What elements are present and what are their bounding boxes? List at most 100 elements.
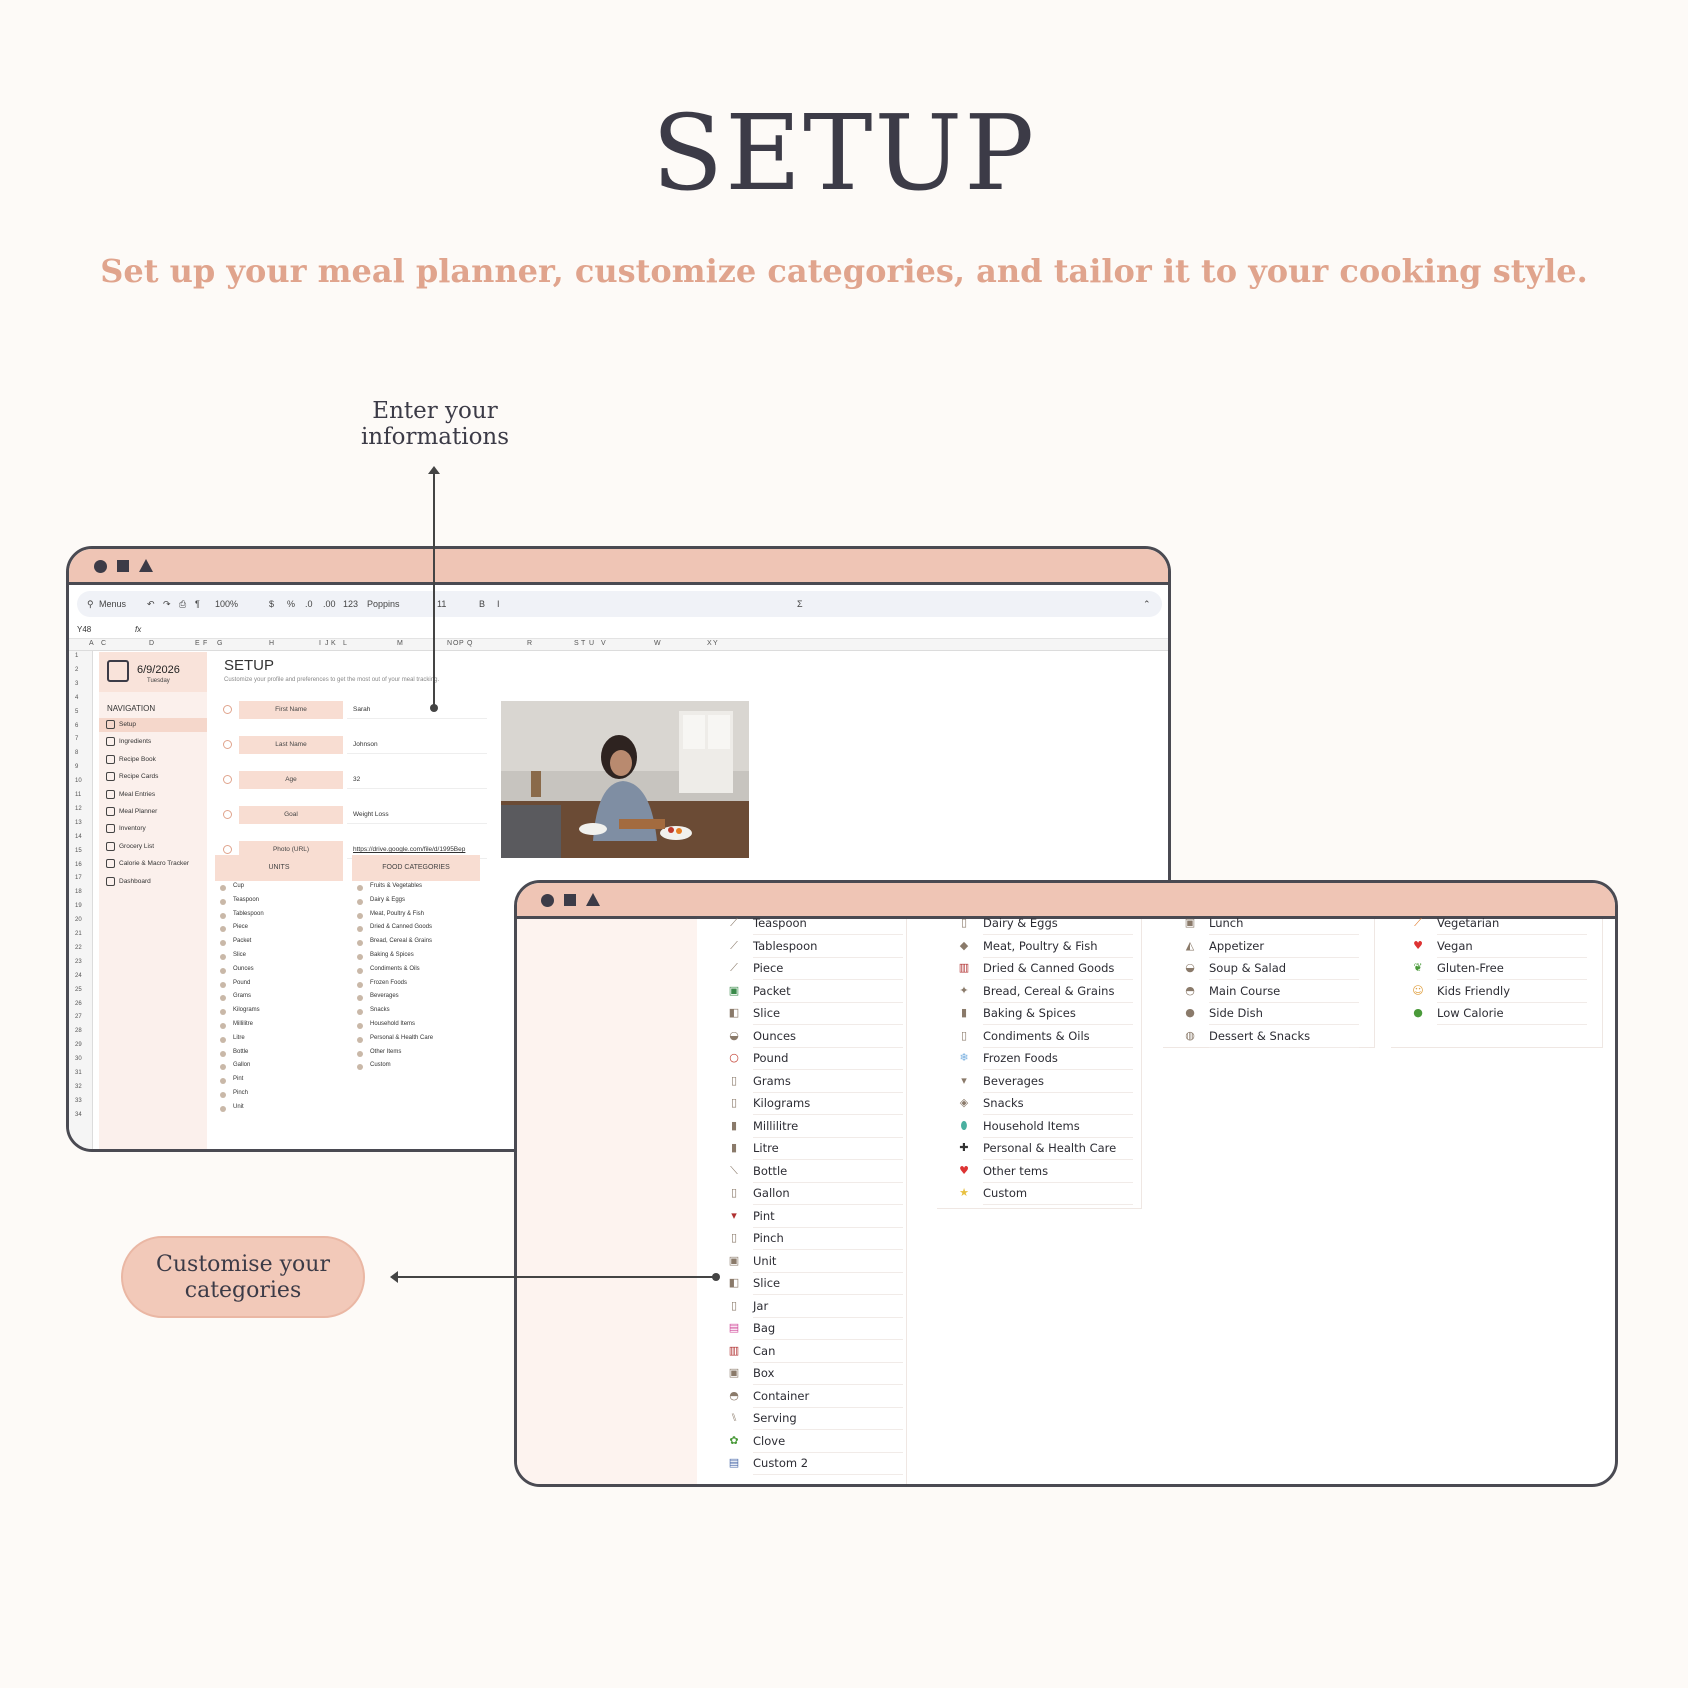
row-label[interactable]: 20 <box>75 917 82 923</box>
zoom-select[interactable]: 100% <box>215 599 238 609</box>
list-item[interactable]: Meat, Poultry & Fish <box>352 911 480 925</box>
list-item[interactable]: Teaspoon <box>215 897 343 911</box>
list-item[interactable]: ◒ Ounces <box>727 1026 903 1048</box>
list-item[interactable]: Pound <box>215 980 343 994</box>
row-label[interactable]: 23 <box>75 959 82 965</box>
font-select[interactable]: Poppins <box>367 599 400 609</box>
list-item[interactable]: Snacks <box>352 1007 480 1021</box>
list-item[interactable]: ▯ Jar <box>727 1296 903 1318</box>
column-label[interactable]: E <box>195 640 200 647</box>
list-item[interactable]: ◭ Appetizer <box>1183 936 1359 958</box>
row-label[interactable]: 10 <box>75 778 82 784</box>
column-label[interactable]: P <box>459 640 464 647</box>
row-label[interactable]: 15 <box>75 848 82 854</box>
row-label[interactable]: 16 <box>75 862 82 868</box>
list-item[interactable]: ▤ Bag <box>727 1318 903 1340</box>
sidebar-item-inventory[interactable]: Inventory <box>99 822 207 836</box>
undo-icon[interactable]: ↶ <box>147 599 155 610</box>
column-label[interactable]: L <box>343 640 347 647</box>
list-item[interactable]: ▥ Can <box>727 1341 903 1363</box>
list-item[interactable]: ▥ Dried & Canned Goods <box>957 958 1133 980</box>
sidebar-item-recipe-book[interactable]: Recipe Book <box>99 753 207 767</box>
sidebar-item-meal-entries[interactable]: Meal Entries <box>99 788 207 802</box>
column-label[interactable]: V <box>601 640 606 647</box>
redo-icon[interactable]: ↷ <box>163 599 171 610</box>
sidebar-item-ingredients[interactable]: Ingredients <box>99 735 207 749</box>
row-label[interactable]: 11 <box>75 792 81 798</box>
list-item[interactable]: ◓ Main Course <box>1183 981 1359 1003</box>
row-label[interactable]: 12 <box>75 806 82 812</box>
column-label[interactable]: A <box>89 640 94 647</box>
row-label[interactable]: 33 <box>75 1098 82 1104</box>
column-label[interactable]: H <box>269 640 274 647</box>
list-item[interactable]: ▮ Millilitre <box>727 1116 903 1138</box>
column-label[interactable]: K <box>331 640 336 647</box>
list-item[interactable]: ◍ Dessert & Snacks <box>1183 1026 1359 1048</box>
list-item[interactable]: ◒ Soup & Salad <box>1183 958 1359 980</box>
row-label[interactable]: 8 <box>75 750 78 756</box>
list-item[interactable]: Grams <box>215 993 343 1007</box>
list-item[interactable]: Bread, Cereal & Grains <box>352 938 480 952</box>
row-label[interactable]: 31 <box>75 1070 82 1076</box>
list-item[interactable]: Kilograms <box>215 1007 343 1021</box>
row-label[interactable]: 7 <box>75 736 78 742</box>
list-item[interactable]: Fruits & Vegetables <box>352 883 480 897</box>
row-label[interactable]: 9 <box>75 764 78 770</box>
list-item[interactable]: Cup <box>215 883 343 897</box>
square-icon[interactable] <box>564 894 576 906</box>
form-input[interactable]: Sarah <box>347 701 487 719</box>
list-item[interactable]: Pint <box>215 1076 343 1090</box>
number-format-button[interactable]: 123 <box>343 599 358 609</box>
row-label[interactable]: 26 <box>75 1001 82 1007</box>
triangle-icon[interactable] <box>139 559 153 572</box>
column-label[interactable]: C <box>101 640 106 647</box>
list-item[interactable]: Packet <box>215 938 343 952</box>
list-item[interactable]: ◧ Slice <box>727 1003 903 1025</box>
list-item[interactable]: ♥ Vegan <box>1411 936 1587 958</box>
list-item[interactable]: Tablespoon <box>215 911 343 925</box>
column-label[interactable]: G <box>217 640 222 647</box>
list-item[interactable]: ▮ Baking & Spices <box>957 1003 1133 1025</box>
column-label[interactable]: T <box>581 640 585 647</box>
list-item[interactable]: Slice <box>215 952 343 966</box>
square-icon[interactable] <box>117 560 129 572</box>
column-label[interactable]: Q <box>467 640 472 647</box>
list-item[interactable]: ◓ Container <box>727 1386 903 1408</box>
circle-icon[interactable] <box>541 894 554 907</box>
list-item[interactable]: ♥ Other tems <box>957 1161 1133 1183</box>
list-item[interactable]: ❄ Frozen Foods <box>957 1048 1133 1070</box>
column-label[interactable]: X <box>707 640 712 647</box>
sidebar-item-calorie-macro-tracker[interactable]: Calorie & Macro Tracker <box>99 857 207 871</box>
row-label[interactable]: 3 <box>75 681 78 687</box>
paint-format-icon[interactable]: ¶ <box>195 599 200 609</box>
list-item[interactable]: ▯ Grams <box>727 1071 903 1093</box>
row-label[interactable]: 14 <box>75 834 82 840</box>
list-item[interactable]: ▤ Custom 2 <box>727 1453 903 1475</box>
list-item[interactable]: ▯ Pinch <box>727 1228 903 1250</box>
row-label[interactable]: 4 <box>75 695 78 701</box>
form-input[interactable]: Johnson <box>347 736 487 754</box>
column-label[interactable]: U <box>589 640 594 647</box>
row-label[interactable]: 2 <box>75 667 78 673</box>
row-label[interactable]: 21 <box>75 931 82 937</box>
list-item[interactable]: ▯ Gallon <box>727 1183 903 1205</box>
list-item[interactable]: Frozen Foods <box>352 980 480 994</box>
list-item[interactable]: ❦ Gluten-Free <box>1411 958 1587 980</box>
collapse-icon[interactable]: ⌃ <box>1143 599 1151 610</box>
list-item[interactable]: Custom <box>352 1062 480 1076</box>
list-item[interactable]: ▣ Lunch <box>1183 913 1359 935</box>
list-item[interactable]: ▣ Packet <box>727 981 903 1003</box>
list-item[interactable]: ● Low Calorie <box>1411 1003 1587 1025</box>
list-item[interactable]: ★ Custom <box>957 1183 1133 1205</box>
row-label[interactable]: 6 <box>75 723 78 729</box>
list-item[interactable]: ▯ Dairy & Eggs <box>957 913 1133 935</box>
list-item[interactable]: ▣ Unit <box>727 1251 903 1273</box>
row-label[interactable]: 34 <box>75 1112 82 1118</box>
italic-button[interactable]: I <box>497 599 500 609</box>
column-label[interactable]: Y <box>713 640 718 647</box>
list-item[interactable]: ▣ Box <box>727 1363 903 1385</box>
decrease-decimal-button[interactable]: .0 <box>305 599 313 609</box>
row-label[interactable]: 17 <box>75 875 82 881</box>
list-item[interactable]: Baking & Spices <box>352 952 480 966</box>
sidebar-item-setup[interactable]: Setup <box>99 718 207 732</box>
